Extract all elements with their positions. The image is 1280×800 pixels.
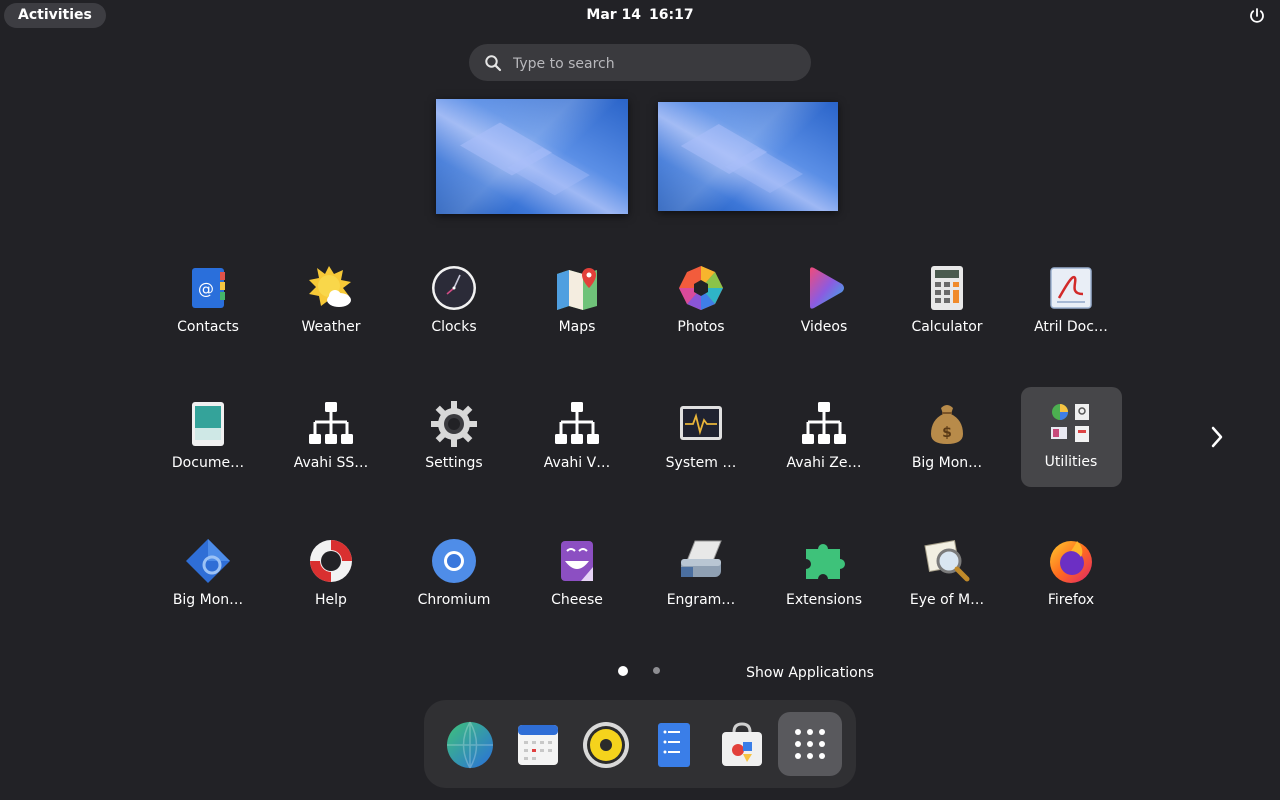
app-extensions[interactable]: Extensions [774, 525, 874, 625]
network-icon [555, 402, 599, 444]
system-monitor-icon [680, 406, 722, 440]
contacts-icon: @ [192, 268, 225, 308]
app-label: Avahi V… [543, 455, 611, 471]
app-label: Avahi Ze… [786, 455, 862, 471]
app-clocks[interactable]: Clocks [404, 252, 504, 352]
cheese-icon [561, 541, 593, 581]
app-videos[interactable]: Videos [774, 252, 874, 352]
app-weather[interactable]: Weather [281, 252, 381, 352]
app-settings[interactable]: Settings [404, 388, 504, 488]
app-system-monitor[interactable]: System … [651, 388, 751, 488]
show-applications-button[interactable] [778, 712, 842, 776]
atril-icon [1050, 267, 1092, 309]
app-label: Atril Doc… [1034, 319, 1108, 335]
page-indicator-2[interactable] [653, 667, 660, 674]
document-scanner-icon [192, 402, 224, 446]
app-label: Avahi SS… [293, 455, 369, 471]
app-label: Videos [800, 319, 848, 335]
svg-text:@: @ [198, 279, 214, 298]
firefox-icon [1050, 541, 1092, 583]
rhythmbox-speaker-icon[interactable] [581, 720, 631, 770]
app-label: Clocks [431, 319, 477, 335]
calendar-icon[interactable] [513, 720, 563, 770]
folder-icon [1051, 404, 1089, 442]
app-engrampa[interactable]: Engram… [651, 525, 751, 625]
app-avahi-zeroconf[interactable]: Avahi Ze… [774, 388, 874, 488]
app-label: Cheese [551, 592, 603, 608]
money-bag-icon: $ [931, 405, 963, 444]
weather-icon [309, 266, 351, 307]
app-eye-of-mate[interactable]: Eye of M… [897, 525, 997, 625]
text-editor-icon[interactable] [649, 720, 699, 770]
app-avahi-ssh[interactable]: Avahi SS… [281, 388, 381, 488]
app-photos[interactable]: Photos [651, 252, 751, 352]
app-help[interactable]: Help [281, 525, 381, 625]
app-label: Docume… [171, 455, 245, 471]
calculator-icon [931, 266, 963, 310]
app-label: Calculator [911, 319, 983, 335]
app-label: System … [665, 455, 737, 471]
photos-icon [679, 266, 723, 310]
show-applications-tooltip: Show Applications [746, 665, 874, 681]
folder-utilities[interactable]: Utilities [1021, 387, 1122, 487]
settings-gear-icon [431, 401, 477, 447]
network-icon [802, 402, 846, 444]
maps-icon [557, 268, 597, 310]
app-label: Weather [301, 319, 361, 335]
network-icon [309, 402, 353, 444]
app-label: Maps [558, 319, 596, 335]
web-browser-icon[interactable] [445, 720, 495, 770]
app-avahi-vnc[interactable]: Avahi V… [527, 388, 627, 488]
app-label: Utilities [1044, 454, 1098, 470]
big-money-diamond-icon [186, 539, 230, 583]
app-label: Big Mon… [172, 592, 244, 608]
app-label: Photos [677, 319, 725, 335]
app-atril[interactable]: Atril Doc… [1021, 252, 1121, 352]
app-document-scanner[interactable]: Docume… [158, 388, 258, 488]
app-label: Extensions [785, 592, 863, 608]
app-label: Chromium [417, 592, 491, 608]
page-indicator-1[interactable] [618, 666, 628, 676]
app-maps[interactable]: Maps [527, 252, 627, 352]
software-store-icon[interactable] [717, 720, 767, 770]
engrampa-icon [681, 540, 722, 577]
app-label: Contacts [177, 319, 239, 335]
chromium-icon [432, 539, 476, 583]
app-chromium[interactable]: Chromium [404, 525, 504, 625]
app-label: Help [315, 592, 347, 608]
videos-icon [810, 267, 844, 309]
help-lifebuoy-icon [310, 540, 352, 582]
app-label: Engram… [666, 592, 736, 608]
app-label: Firefox [1047, 592, 1095, 608]
clocks-icon [432, 266, 476, 310]
app-label: Big Mon… [911, 455, 983, 471]
app-firefox[interactable]: Firefox [1021, 525, 1121, 625]
next-page-arrow-icon[interactable] [1204, 420, 1230, 454]
eye-of-mate-icon [924, 540, 970, 582]
app-grid: @ Contacts Weather Clocks Maps Photos Vi… [0, 0, 1280, 640]
app-calculator[interactable]: Calculator [897, 252, 997, 352]
app-label: Settings [425, 455, 483, 471]
extensions-puzzle-icon [806, 543, 845, 579]
svg-text:$: $ [942, 425, 952, 441]
app-contacts[interactable]: @ Contacts [158, 252, 258, 352]
app-big-money-diamond[interactable]: Big Mon… [158, 525, 258, 625]
app-label: Eye of M… [909, 592, 985, 608]
show-applications-icon [795, 729, 825, 759]
app-cheese[interactable]: Cheese [527, 525, 627, 625]
dash [424, 700, 856, 788]
app-big-money-bag[interactable]: $ Big Mon… [897, 388, 997, 488]
